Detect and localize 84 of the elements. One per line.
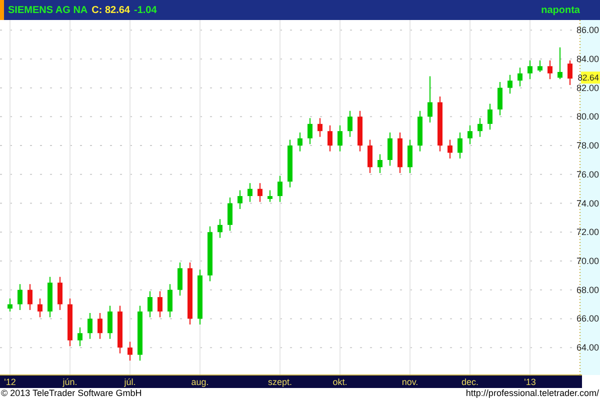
- y-axis-label: 70.00: [576, 256, 599, 266]
- y-axis-label: 72.00: [576, 227, 599, 238]
- y-axis-label: 80.00: [576, 112, 599, 122]
- candle: [228, 197, 232, 232]
- candle: [158, 290, 162, 318]
- candle: [258, 182, 262, 202]
- y-axis-label: 86.00: [576, 25, 599, 36]
- candle: [58, 276, 62, 311]
- symbol-name: SIEMENS AG NA: [8, 4, 88, 18]
- x-axis-label: okt.: [332, 377, 348, 387]
- candle: [48, 276, 52, 318]
- candle: [538, 60, 542, 72]
- candle: [468, 124, 472, 145]
- candle: [368, 139, 372, 174]
- candle: [198, 269, 202, 325]
- price-change: -1.04: [134, 4, 157, 18]
- candle: [8, 298, 12, 312]
- y-axis-label: 66.00: [576, 314, 599, 324]
- candle: [438, 96, 442, 152]
- candle: [18, 284, 22, 311]
- y-axis-label: 74.00: [576, 198, 599, 208]
- candle: [388, 132, 392, 166]
- candle: [118, 305, 122, 354]
- candle: [138, 305, 142, 362]
- candle: [268, 190, 272, 202]
- candle: [98, 312, 102, 340]
- candle: [248, 182, 252, 202]
- candle: [128, 341, 132, 362]
- x-axis-label: nov.: [402, 377, 418, 387]
- candle: [428, 76, 432, 123]
- close-price: C: 82.64: [92, 4, 130, 18]
- candle: [338, 124, 342, 152]
- candle: [218, 218, 222, 238]
- candle: [458, 132, 462, 160]
- y-axis-label: 82.00: [576, 82, 599, 93]
- candle: [548, 60, 552, 80]
- candle: [188, 262, 192, 325]
- y-axis-label: 76.00: [576, 169, 599, 180]
- x-axis-label: szept.: [268, 377, 292, 387]
- y-axis-label: 68.00: [576, 284, 599, 295]
- candle: [278, 175, 282, 202]
- x-axis-label: júl.: [124, 377, 136, 387]
- candle: [148, 290, 152, 318]
- candle: [508, 74, 512, 94]
- candle: [68, 298, 72, 347]
- candle: [378, 154, 382, 174]
- candle: [308, 118, 312, 145]
- candle: [238, 190, 242, 210]
- candle: [528, 60, 532, 80]
- candle: [488, 103, 492, 130]
- candle: [178, 262, 182, 296]
- interval-label: naponta: [541, 4, 580, 18]
- candle: [448, 139, 452, 160]
- y-axis-label: 84.00: [576, 54, 599, 64]
- candle: [208, 226, 212, 282]
- website-url: http://professional.teletrader.com/: [466, 387, 599, 400]
- candle: [28, 284, 32, 311]
- x-axis-label: dec.: [462, 377, 478, 387]
- candle: [558, 46, 562, 80]
- x-axis-label: aug.: [191, 377, 209, 387]
- candle: [498, 82, 502, 116]
- x-axis-label: '13: [524, 377, 536, 387]
- candle: [518, 67, 522, 87]
- y-axis-label: 78.00: [576, 140, 599, 151]
- x-axis-label: '12: [4, 377, 16, 387]
- candle: [358, 110, 362, 152]
- x-axis-label: jún.: [62, 377, 78, 387]
- candle: [408, 139, 412, 174]
- candle: [478, 118, 482, 138]
- candle: [108, 305, 112, 340]
- candle: [568, 60, 572, 86]
- y-axis-label: 64.00: [576, 342, 599, 353]
- candle: [88, 312, 92, 340]
- candle: [288, 139, 292, 188]
- candle: [298, 132, 302, 152]
- candle: [168, 284, 172, 318]
- candle: [328, 124, 332, 152]
- candle: [418, 110, 422, 152]
- candle: [318, 118, 322, 138]
- copyright-text: © 2013 TeleTrader Software GmbH: [1, 387, 142, 400]
- candle: [38, 298, 42, 318]
- candle: [348, 110, 352, 138]
- candle: [78, 326, 82, 347]
- candle: [398, 132, 402, 174]
